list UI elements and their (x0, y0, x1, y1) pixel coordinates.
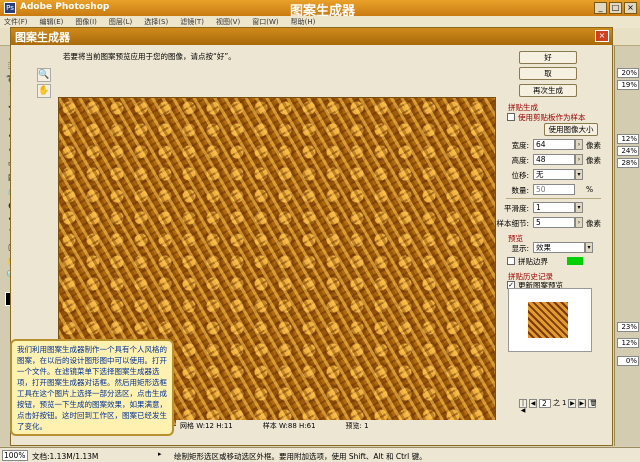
app-name: Adobe Photoshop (20, 2, 110, 12)
palette-value[interactable]: 23% (617, 322, 639, 332)
prev-icon[interactable]: ◀ (529, 398, 537, 408)
first-icon[interactable]: |◀ (519, 398, 527, 414)
sample-detail-unit: 像素 (586, 219, 601, 228)
preview-info: 预览: 1 (345, 421, 369, 430)
height-label: 高度: (511, 156, 529, 165)
smoothness-label: 平滑度: (503, 204, 529, 213)
amount-unit: % (586, 185, 594, 194)
width-unit: 像素 (586, 141, 601, 150)
history-page-current[interactable]: 2 (539, 398, 551, 408)
height-field[interactable]: 48 (533, 154, 575, 165)
menu-view[interactable]: 视图(V) (216, 17, 240, 27)
width-label: 宽度: (511, 141, 529, 150)
dialog-tools: 🔍 ✋ (37, 68, 53, 100)
dialog-title-bar: 图案生成器 × (11, 28, 612, 45)
width-spin-icon[interactable]: › (575, 139, 583, 150)
divider (506, 198, 601, 199)
sample-detail-field[interactable]: 5 (533, 217, 575, 228)
menu-file[interactable]: 文件(F) (4, 17, 28, 27)
hand-icon[interactable]: ✋ (37, 84, 51, 98)
use-image-size-button[interactable]: 使用图像大小 (544, 123, 598, 136)
amount-field[interactable]: 50 (533, 184, 575, 195)
palettes-strip: 20% 19% 12% 24% 28% 23% 12% 0% (614, 46, 640, 446)
tutorial-note: 我们利用图案生成器制作一个具有个人风格的图案，在以后的设计图形图中可以使用。打开… (10, 339, 174, 436)
offset-dropdown-icon[interactable]: ▾ (575, 169, 583, 180)
doc-size: 文档:1.13M/1.13M (32, 452, 99, 461)
menu-window[interactable]: 窗口(W) (252, 17, 278, 27)
history-page-separator: 之 (553, 399, 560, 407)
amount-label: 数量: (511, 186, 529, 195)
show-select[interactable]: 效果 (533, 242, 585, 253)
show-label: 显示: (511, 244, 529, 253)
offset-label: 位移: (511, 171, 529, 180)
palette-value[interactable]: 28% (617, 158, 639, 168)
tile-boundaries-label: 拼贴边界 (518, 257, 548, 266)
menu-filter[interactable]: 滤镜(T) (180, 17, 204, 27)
close-icon[interactable]: × (624, 2, 637, 14)
menu-select[interactable]: 选择(S) (144, 17, 168, 27)
palette-value[interactable]: 24% (617, 146, 639, 156)
dialog-close-icon[interactable]: × (595, 30, 609, 42)
delete-icon[interactable]: 🗑 (588, 398, 597, 408)
sample-detail-label: 样本细节: (496, 219, 529, 228)
status-bar: 100% 文档:1.13M/1.13M ▸ 绘制矩形选区或移动选区外框。要用附加… (0, 447, 640, 462)
menu-layer[interactable]: 图层(L) (109, 17, 132, 27)
menu-edit[interactable]: 编辑(E) (40, 17, 64, 27)
window-controls: _ □ × (594, 2, 637, 14)
zoom-icon[interactable]: 🔍 (37, 68, 51, 82)
offset-select[interactable]: 无 (533, 169, 575, 180)
width-field[interactable]: 64 (533, 139, 575, 150)
boundary-color-swatch[interactable] (567, 257, 583, 265)
ok-button[interactable]: 好 (519, 51, 577, 64)
menu-help[interactable]: 帮助(H) (291, 17, 316, 27)
cancel-button[interactable]: 取 (519, 67, 577, 80)
use-clipboard-checkbox[interactable] (507, 113, 515, 121)
sample-detail-spin-icon[interactable]: › (575, 217, 583, 228)
history-thumbnail[interactable] (528, 302, 568, 338)
use-clipboard-label: 使用剪贴板作为样本 (518, 113, 586, 122)
status-hint: 绘制矩形选区或移动选区外框。要用附加选项，使用 Shift、Alt 和 Ctrl… (174, 452, 427, 461)
palette-value[interactable]: 12% (617, 134, 639, 144)
history-navigation: |◀ ◀ 2 之 1 ▶ ▶| 🗑 (519, 398, 597, 414)
dialog-status-strip: 网格 W:12 H:11 样本 W:88 H:61 预览: 1 (176, 420, 596, 431)
palette-value[interactable]: 12% (617, 338, 639, 348)
photoshop-title-bar: Ps Adobe Photoshop 图案生成器 _ □ × (0, 0, 640, 19)
height-spin-icon[interactable]: › (575, 154, 583, 165)
zoom-field[interactable]: 100% (2, 450, 28, 461)
status-menu-arrow-icon[interactable]: ▸ (158, 450, 166, 461)
palette-value[interactable]: 0% (617, 356, 639, 366)
instruction-text: 若要将当前图案预览应用于您的图像，请点按“好”。 (63, 52, 236, 61)
dialog-title: 图案生成器 (15, 31, 70, 44)
smoothness-select[interactable]: 1 (533, 202, 575, 213)
grid-info: 网格 W:12 H:11 (180, 421, 233, 430)
show-dropdown-icon[interactable]: ▾ (585, 242, 593, 253)
smoothness-dropdown-icon[interactable]: ▾ (575, 202, 583, 213)
history-thumbnail-frame (508, 288, 592, 352)
last-icon[interactable]: ▶| (578, 398, 587, 408)
palette-value[interactable]: 20% (617, 68, 639, 78)
maximize-icon[interactable]: □ (609, 2, 622, 14)
menu-image[interactable]: 图像(I) (75, 17, 97, 27)
palette-value[interactable]: 19% (617, 80, 639, 90)
photoshop-app-icon: Ps (4, 2, 16, 14)
minimize-icon[interactable]: _ (594, 2, 607, 14)
next-icon[interactable]: ▶ (568, 398, 577, 408)
height-unit: 像素 (586, 156, 601, 165)
sample-info: 样本 W:88 H:61 (262, 421, 316, 430)
history-page-total: 1 (562, 399, 567, 407)
tile-boundaries-checkbox[interactable] (507, 257, 515, 265)
regenerate-button[interactable]: 再次生成 (519, 84, 577, 97)
